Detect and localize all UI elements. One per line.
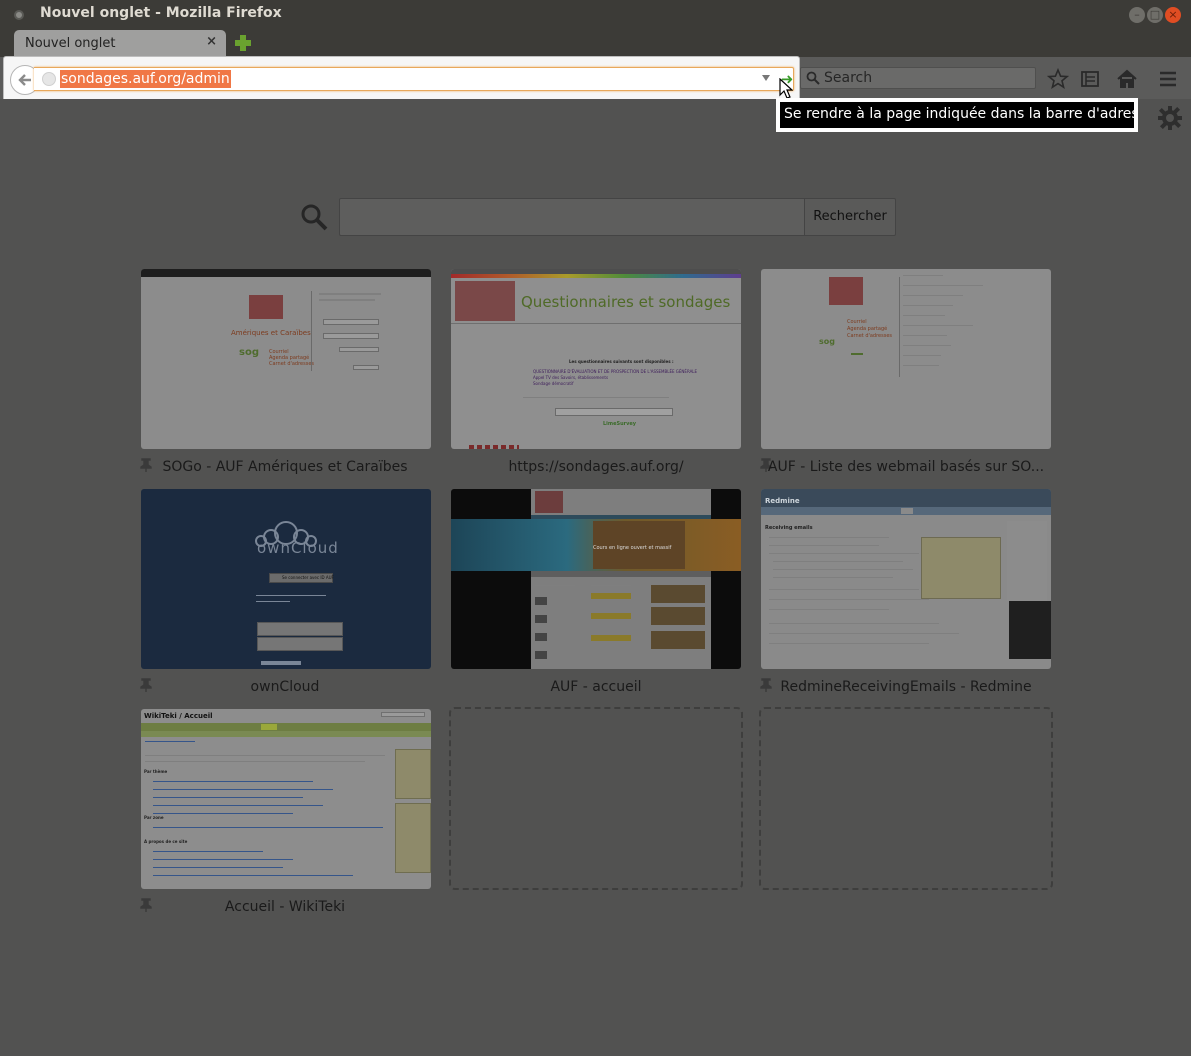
- tile-thumb-heading: WikiTeki / Accueil: [144, 712, 213, 720]
- site-identity-icon[interactable]: [42, 72, 56, 86]
- auf-logo: [455, 281, 515, 321]
- tab-strip: Nouvel onglet ×: [0, 30, 1191, 57]
- minimize-button[interactable]: –: [1129, 7, 1145, 23]
- web-search-button[interactable]: Rechercher: [805, 198, 896, 236]
- bookmarks-menu-icon[interactable]: [1079, 68, 1101, 90]
- tile-thumb-heading: Amériques et Caraïbes: [231, 329, 311, 337]
- url-input[interactable]: sondages.auf.org/admin ➜: [34, 67, 794, 91]
- tab-nouvel-onglet[interactable]: Nouvel onglet ×: [14, 30, 226, 57]
- tab-label: Nouvel onglet: [25, 36, 116, 51]
- mouse-pointer-icon: [779, 78, 793, 99]
- auf-logo: [249, 295, 283, 319]
- tile-thumb-links: Courriel Agenda partagé Carnet d'adresses: [269, 349, 315, 367]
- tab-close-button[interactable]: ×: [206, 34, 217, 49]
- tile-webmail-list[interactable]: sog Courriel Agenda partagé Carnet d'adres…: [761, 269, 1051, 449]
- tile-title[interactable]: AUF - accueil: [451, 679, 741, 695]
- tile-title[interactable]: ownCloud: [140, 679, 430, 695]
- tile-wikiteki[interactable]: WikiTeki / Accueil Par thème Par zone A …: [141, 709, 431, 889]
- tile-title[interactable]: RedmineReceivingEmails - Redmine: [761, 679, 1051, 695]
- auf-logo: [829, 277, 863, 305]
- url-text[interactable]: sondages.auf.org/admin: [60, 70, 231, 88]
- tile-title[interactable]: https://sondages.auf.org/: [451, 459, 741, 475]
- new-tab-plus-icon[interactable]: [234, 34, 252, 52]
- tile-sondages[interactable]: Questionnaires et sondages Les questionn…: [451, 269, 741, 449]
- tile-title[interactable]: Accueil - WikiTeki: [140, 899, 430, 915]
- empty-tile-slot[interactable]: [449, 707, 743, 890]
- tile-title[interactable]: SOGo - AUF Amériques et Caraïbes: [140, 459, 430, 475]
- window-titlebar: Nouvel onglet - Mozilla Firefox – □ ×: [0, 0, 1191, 30]
- history-dropdown-icon[interactable]: [762, 75, 770, 81]
- tile-thumb-text: Les questionnaires suivants sont disponi…: [569, 359, 674, 364]
- tile-thumb-heading: Redmine: [765, 497, 800, 505]
- tile-owncloud[interactable]: ownCloud Se connecter avec ID AUF: [141, 489, 431, 669]
- tile-thumb-items: QUESTIONNAIRE D'ÉVALUATION ET DE PROSPEC…: [533, 369, 698, 386]
- window-menu-icon[interactable]: [14, 10, 24, 20]
- search-icon: [806, 71, 820, 85]
- tile-thumb-section: A propos de ce site: [144, 839, 188, 844]
- tile-title[interactable]: AUF - Liste des webmail basés sur SO...: [761, 459, 1051, 475]
- home-icon[interactable]: [1116, 68, 1138, 90]
- tile-thumb-heading: Questionnaires et sondages: [521, 293, 731, 311]
- tile-thumb-banner: Cours en ligne ouvert et massif: [593, 545, 672, 551]
- tile-thumb-subheading: Receiving emails: [765, 525, 813, 531]
- tile-redmine[interactable]: Redmine Receiving emails: [761, 489, 1051, 669]
- search-icon: [301, 204, 328, 231]
- go-button-tooltip: Se rendre à la page indiquée dans la bar…: [776, 98, 1138, 132]
- window-title: Nouvel onglet - Mozilla Firefox: [40, 5, 282, 21]
- tile-thumb-button: Se connecter avec ID AUF: [269, 573, 334, 583]
- web-search-input[interactable]: [339, 198, 805, 236]
- bookmark-star-icon[interactable]: [1047, 68, 1069, 90]
- tile-thumb-links: Courriel Agenda partagé Carnet d'adresses: [847, 319, 893, 339]
- tile-thumb-footer: LimeSurvey: [603, 421, 637, 427]
- tile-sogo[interactable]: Amériques et Caraïbes sog Courriel Agenda…: [141, 269, 431, 449]
- search-placeholder: Search: [824, 70, 873, 86]
- hamburger-menu-icon[interactable]: [1157, 68, 1179, 90]
- close-window-button[interactable]: ×: [1165, 7, 1181, 23]
- settings-gear-icon[interactable]: [1157, 105, 1183, 131]
- sogo-logo: sog: [819, 337, 835, 346]
- back-arrow-icon: [18, 74, 31, 86]
- search-input[interactable]: Search: [800, 67, 1036, 89]
- empty-tile-slot[interactable]: [759, 707, 1053, 890]
- tile-auf-accueil[interactable]: Cours en ligne ouvert et massif: [451, 489, 741, 669]
- maximize-button[interactable]: □: [1147, 7, 1163, 23]
- auf-logo: [535, 491, 563, 513]
- tile-thumb-section: Par zone: [144, 815, 164, 820]
- sogo-logo: sog: [239, 347, 259, 358]
- tile-thumb-heading: ownCloud: [257, 539, 339, 557]
- tooltip-text: Se rendre à la page indiquée dans la bar…: [780, 102, 1134, 128]
- tile-thumb-section: Par thème: [144, 769, 168, 774]
